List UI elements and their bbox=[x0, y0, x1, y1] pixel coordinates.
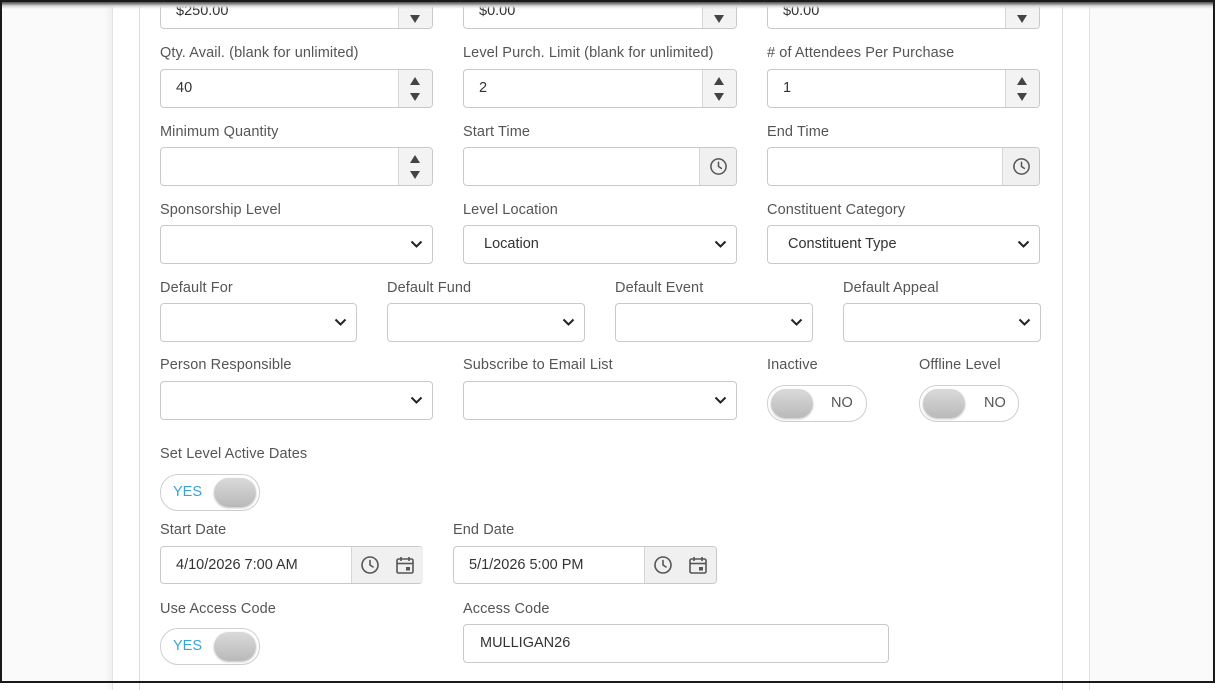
window-frame bbox=[0, 0, 1215, 683]
